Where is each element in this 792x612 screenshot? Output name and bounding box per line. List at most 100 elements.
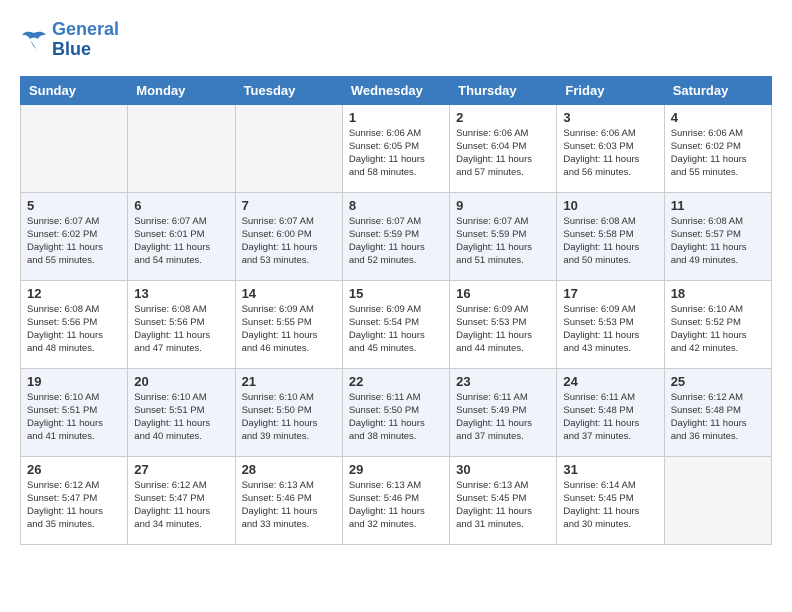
day-number: 10: [563, 198, 657, 213]
logo-text: GeneralBlue: [52, 20, 119, 60]
day-info: Sunrise: 6:10 AM Sunset: 5:52 PM Dayligh…: [671, 303, 765, 356]
day-number: 22: [349, 374, 443, 389]
day-number: 30: [456, 462, 550, 477]
day-number: 24: [563, 374, 657, 389]
day-info: Sunrise: 6:08 AM Sunset: 5:57 PM Dayligh…: [671, 215, 765, 268]
day-info: Sunrise: 6:14 AM Sunset: 5:45 PM Dayligh…: [563, 479, 657, 532]
calendar-cell: 30 Sunrise: 6:13 AM Sunset: 5:45 PM Dayli…: [450, 456, 557, 544]
day-number: 7: [242, 198, 336, 213]
page-header: GeneralBlue: [20, 20, 772, 60]
day-number: 4: [671, 110, 765, 125]
day-number: 1: [349, 110, 443, 125]
calendar-cell: 23 Sunrise: 6:11 AM Sunset: 5:49 PM Dayli…: [450, 368, 557, 456]
calendar-cell: 11 Sunrise: 6:08 AM Sunset: 5:57 PM Dayli…: [664, 192, 771, 280]
day-info: Sunrise: 6:09 AM Sunset: 5:53 PM Dayligh…: [563, 303, 657, 356]
calendar-header: SundayMondayTuesdayWednesdayThursdayFrid…: [21, 76, 772, 104]
day-number: 13: [134, 286, 228, 301]
day-number: 29: [349, 462, 443, 477]
logo-icon: [20, 29, 48, 51]
weekday-header: Thursday: [450, 76, 557, 104]
day-number: 15: [349, 286, 443, 301]
calendar-cell: 4 Sunrise: 6:06 AM Sunset: 6:02 PM Daylig…: [664, 104, 771, 192]
calendar-cell: 8 Sunrise: 6:07 AM Sunset: 5:59 PM Daylig…: [342, 192, 449, 280]
day-info: Sunrise: 6:12 AM Sunset: 5:47 PM Dayligh…: [27, 479, 121, 532]
day-info: Sunrise: 6:10 AM Sunset: 5:51 PM Dayligh…: [134, 391, 228, 444]
day-info: Sunrise: 6:06 AM Sunset: 6:05 PM Dayligh…: [349, 127, 443, 180]
day-info: Sunrise: 6:08 AM Sunset: 5:56 PM Dayligh…: [134, 303, 228, 356]
calendar-cell: [21, 104, 128, 192]
calendar-cell: 1 Sunrise: 6:06 AM Sunset: 6:05 PM Daylig…: [342, 104, 449, 192]
calendar-cell: 6 Sunrise: 6:07 AM Sunset: 6:01 PM Daylig…: [128, 192, 235, 280]
calendar-cell: 26 Sunrise: 6:12 AM Sunset: 5:47 PM Dayli…: [21, 456, 128, 544]
calendar-cell: 9Sunrise: 6:07 AM Sunset: 5:59 PM Daylig…: [450, 192, 557, 280]
calendar-cell: 5 Sunrise: 6:07 AM Sunset: 6:02 PM Daylig…: [21, 192, 128, 280]
day-number: 17: [563, 286, 657, 301]
calendar-cell: 29 Sunrise: 6:13 AM Sunset: 5:46 PM Dayli…: [342, 456, 449, 544]
day-info: Sunrise: 6:07 AM Sunset: 6:01 PM Dayligh…: [134, 215, 228, 268]
day-info: Sunrise: 6:09 AM Sunset: 5:55 PM Dayligh…: [242, 303, 336, 356]
calendar-cell: 2Sunrise: 6:06 AM Sunset: 6:04 PM Daylig…: [450, 104, 557, 192]
calendar-cell: [664, 456, 771, 544]
day-info: Sunrise: 6:10 AM Sunset: 5:50 PM Dayligh…: [242, 391, 336, 444]
calendar-cell: 16 Sunrise: 6:09 AM Sunset: 5:53 PM Dayli…: [450, 280, 557, 368]
day-number: 26: [27, 462, 121, 477]
day-info: Sunrise: 6:11 AM Sunset: 5:49 PM Dayligh…: [456, 391, 550, 444]
calendar-cell: 14 Sunrise: 6:09 AM Sunset: 5:55 PM Dayli…: [235, 280, 342, 368]
day-info: Sunrise: 6:07 AM Sunset: 6:02 PM Dayligh…: [27, 215, 121, 268]
day-info: Sunrise: 6:12 AM Sunset: 5:48 PM Dayligh…: [671, 391, 765, 444]
calendar-cell: 15 Sunrise: 6:09 AM Sunset: 5:54 PM Dayli…: [342, 280, 449, 368]
day-info: Sunrise: 6:13 AM Sunset: 5:45 PM Dayligh…: [456, 479, 550, 532]
day-info: Sunrise: 6:08 AM Sunset: 5:58 PM Dayligh…: [563, 215, 657, 268]
calendar-cell: 20 Sunrise: 6:10 AM Sunset: 5:51 PM Dayli…: [128, 368, 235, 456]
calendar-cell: 27 Sunrise: 6:12 AM Sunset: 5:47 PM Dayli…: [128, 456, 235, 544]
day-info: Sunrise: 6:06 AM Sunset: 6:04 PM Dayligh…: [456, 127, 550, 180]
day-info: Sunrise: 6:06 AM Sunset: 6:02 PM Dayligh…: [671, 127, 765, 180]
day-number: 16: [456, 286, 550, 301]
day-info: Sunrise: 6:07 AM Sunset: 6:00 PM Dayligh…: [242, 215, 336, 268]
weekday-header: Monday: [128, 76, 235, 104]
day-info: Sunrise: 6:11 AM Sunset: 5:50 PM Dayligh…: [349, 391, 443, 444]
day-info: Sunrise: 6:09 AM Sunset: 5:54 PM Dayligh…: [349, 303, 443, 356]
calendar-cell: 7 Sunrise: 6:07 AM Sunset: 6:00 PM Daylig…: [235, 192, 342, 280]
logo: GeneralBlue: [20, 20, 119, 60]
calendar-cell: [128, 104, 235, 192]
day-number: 31: [563, 462, 657, 477]
day-number: 8: [349, 198, 443, 213]
calendar-cell: 3 Sunrise: 6:06 AM Sunset: 6:03 PM Daylig…: [557, 104, 664, 192]
day-number: 5: [27, 198, 121, 213]
calendar-cell: 21 Sunrise: 6:10 AM Sunset: 5:50 PM Dayli…: [235, 368, 342, 456]
day-info: Sunrise: 6:07 AM Sunset: 5:59 PM Dayligh…: [349, 215, 443, 268]
day-number: 21: [242, 374, 336, 389]
day-number: 6: [134, 198, 228, 213]
day-number: 27: [134, 462, 228, 477]
calendar-cell: 19Sunrise: 6:10 AM Sunset: 5:51 PM Dayli…: [21, 368, 128, 456]
calendar-cell: 18 Sunrise: 6:10 AM Sunset: 5:52 PM Dayli…: [664, 280, 771, 368]
day-number: 18: [671, 286, 765, 301]
day-info: Sunrise: 6:13 AM Sunset: 5:46 PM Dayligh…: [349, 479, 443, 532]
day-number: 20: [134, 374, 228, 389]
weekday-header: Wednesday: [342, 76, 449, 104]
calendar-cell: 10 Sunrise: 6:08 AM Sunset: 5:58 PM Dayli…: [557, 192, 664, 280]
day-info: Sunrise: 6:12 AM Sunset: 5:47 PM Dayligh…: [134, 479, 228, 532]
day-info: Sunrise: 6:08 AM Sunset: 5:56 PM Dayligh…: [27, 303, 121, 356]
day-number: 14: [242, 286, 336, 301]
calendar-cell: 17 Sunrise: 6:09 AM Sunset: 5:53 PM Dayli…: [557, 280, 664, 368]
day-info: Sunrise: 6:11 AM Sunset: 5:48 PM Dayligh…: [563, 391, 657, 444]
day-number: 19: [27, 374, 121, 389]
weekday-header: Saturday: [664, 76, 771, 104]
calendar-cell: 22 Sunrise: 6:11 AM Sunset: 5:50 PM Dayli…: [342, 368, 449, 456]
calendar-cell: 24 Sunrise: 6:11 AM Sunset: 5:48 PM Dayli…: [557, 368, 664, 456]
weekday-header: Sunday: [21, 76, 128, 104]
day-number: 11: [671, 198, 765, 213]
day-number: 23: [456, 374, 550, 389]
day-number: 3: [563, 110, 657, 125]
calendar-cell: 28Sunrise: 6:13 AM Sunset: 5:46 PM Dayli…: [235, 456, 342, 544]
day-info: Sunrise: 6:06 AM Sunset: 6:03 PM Dayligh…: [563, 127, 657, 180]
day-info: Sunrise: 6:07 AM Sunset: 5:59 PM Dayligh…: [456, 215, 550, 268]
calendar-cell: 25 Sunrise: 6:12 AM Sunset: 5:48 PM Dayli…: [664, 368, 771, 456]
calendar-cell: [235, 104, 342, 192]
day-number: 25: [671, 374, 765, 389]
day-info: Sunrise: 6:09 AM Sunset: 5:53 PM Dayligh…: [456, 303, 550, 356]
calendar-cell: 31 Sunrise: 6:14 AM Sunset: 5:45 PM Dayli…: [557, 456, 664, 544]
day-number: 28: [242, 462, 336, 477]
